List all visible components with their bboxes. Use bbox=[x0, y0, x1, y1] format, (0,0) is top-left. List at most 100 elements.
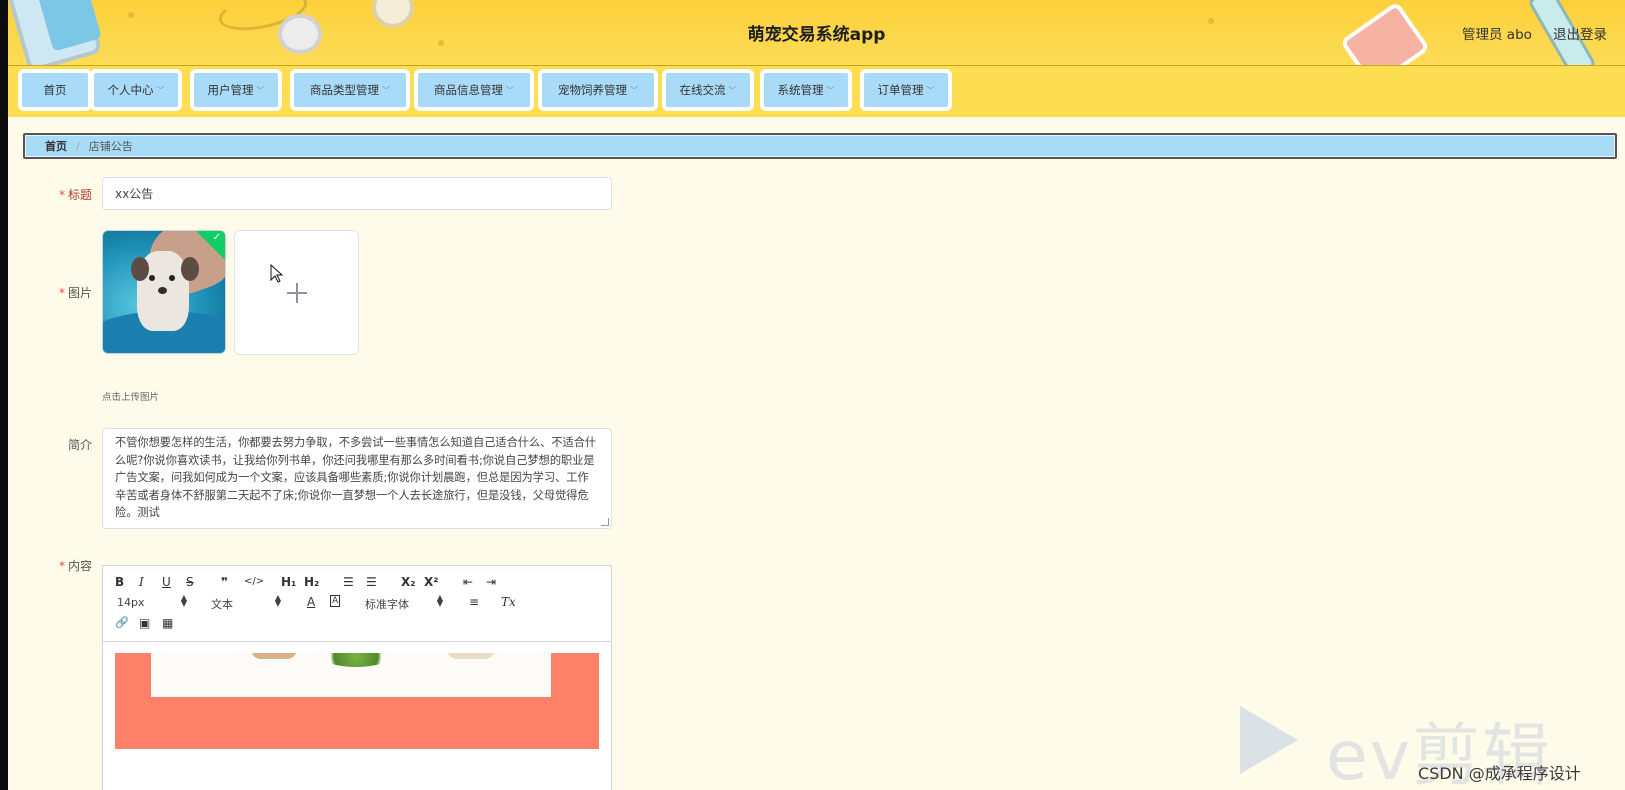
editor-content-area[interactable] bbox=[115, 653, 599, 790]
content-label-text: 内容 bbox=[67, 559, 92, 573]
image-button[interactable]: ▣ bbox=[139, 616, 150, 630]
thumbnail-puppy-ear bbox=[181, 257, 199, 281]
content-field-label: * 内容 bbox=[32, 557, 92, 574]
header1-button[interactable]: H₁ bbox=[281, 575, 296, 589]
underline-button[interactable]: U bbox=[162, 575, 171, 589]
nav-item-label: 用户管理 bbox=[207, 83, 254, 97]
link-button[interactable]: 🔗 bbox=[115, 616, 129, 629]
breadcrumb-home[interactable]: 首页 bbox=[45, 138, 67, 154]
clear-format-button[interactable]: Tx bbox=[501, 595, 516, 609]
nav-item-home[interactable]: 首页 bbox=[18, 69, 92, 111]
font-size-value: 14px bbox=[117, 596, 145, 609]
select-arrows-icon: ▲ ▼ bbox=[274, 593, 281, 608]
chevron-down-icon: ﹀ bbox=[728, 85, 737, 95]
chevron-down-icon: ﹀ bbox=[156, 85, 165, 95]
nav-item-pet-care-management[interactable]: 宠物饲养管理 ﹀ bbox=[538, 69, 658, 111]
subscript-button[interactable]: X₂ bbox=[401, 575, 416, 589]
content-food bbox=[321, 653, 391, 667]
video-button[interactable]: ▦ bbox=[162, 616, 173, 630]
outdent-button[interactable]: ⇤ bbox=[463, 575, 473, 589]
text-color-button[interactable]: A bbox=[307, 595, 315, 609]
nav-item-label: 个人中心 bbox=[107, 83, 154, 97]
content-banner-inner bbox=[151, 653, 551, 697]
check-icon: ✓ bbox=[212, 232, 221, 243]
required-mark: * bbox=[58, 188, 65, 202]
chevron-down-icon: ﹀ bbox=[382, 85, 390, 95]
nav-item-system-management[interactable]: 系统管理 ﹀ bbox=[760, 69, 852, 111]
ordered-list-button[interactable]: ☰ bbox=[343, 575, 354, 589]
strike-button[interactable]: S bbox=[186, 575, 194, 589]
intro-field-label: 简介 bbox=[32, 436, 92, 453]
chevron-down-icon: ﹀ bbox=[826, 85, 835, 95]
ev-watermark-logo-icon bbox=[1240, 706, 1298, 774]
csdn-watermark: CSDN @成承程序设计 bbox=[1418, 764, 1581, 783]
nav-item-online-chat[interactable]: 在线交流 ﹀ bbox=[662, 69, 754, 111]
code-block-button[interactable]: </> bbox=[244, 576, 264, 587]
chevron-down-icon: ﹀ bbox=[630, 85, 638, 95]
nav-item-label: 在线交流 bbox=[679, 83, 726, 97]
logout-button[interactable]: 退出登录 bbox=[1553, 23, 1607, 43]
content-bowl bbox=[447, 653, 495, 659]
nav-item-order-management[interactable]: 订单管理 ﹀ bbox=[860, 69, 952, 111]
image-field-label: * 图片 bbox=[32, 284, 92, 301]
chevron-down-icon: ﹀ bbox=[506, 85, 514, 95]
italic-button[interactable]: I bbox=[139, 575, 144, 589]
thumbnail-puppy-eye bbox=[169, 275, 175, 281]
nav-item-label: 订单管理 bbox=[877, 83, 924, 97]
thumbnail-puppy-eye bbox=[149, 275, 155, 281]
upload-tip: 点击上传图片 bbox=[102, 392, 160, 403]
breadcrumb: 首页 / 店铺公告 bbox=[23, 133, 1617, 159]
resize-handle[interactable] bbox=[601, 518, 609, 526]
intro-textarea[interactable]: 不管你想要怎样的生活，你都要去努力争取，不多尝试一些事情怎么知道自己适合什么、不… bbox=[102, 428, 612, 529]
required-mark: * bbox=[58, 559, 65, 573]
title-field-label: * 标题 bbox=[32, 186, 92, 203]
mouse-cursor-icon bbox=[270, 264, 284, 283]
nav-item-personal-center[interactable]: 个人中心 ﹀ bbox=[90, 69, 182, 111]
top-header: 萌宠交易系统app 管理员 abo 退出登录 bbox=[8, 0, 1625, 66]
superscript-button[interactable]: X² bbox=[424, 575, 439, 589]
nav-item-label: 系统管理 bbox=[777, 83, 824, 97]
nav-item-product-info-management[interactable]: 商品信息管理 ﹀ bbox=[414, 69, 534, 111]
nav-item-label: 商品类型管理 bbox=[310, 83, 379, 97]
bold-button[interactable]: B bbox=[115, 575, 124, 589]
plus-icon bbox=[296, 283, 298, 303]
bullet-list-button[interactable]: ☰ bbox=[366, 575, 377, 589]
header-select[interactable]: 文本 ▲ ▼ bbox=[211, 593, 281, 612]
select-arrows-icon: ▲ ▼ bbox=[436, 593, 443, 608]
indent-button[interactable]: ⇥ bbox=[486, 575, 496, 589]
current-user-label: 管理员 abo bbox=[1462, 27, 1532, 43]
main-nav: 首页 个人中心 ﹀ 用户管理 ﹀ 商品类型管理 ﹀ 商品信息管理 ﹀ 宠物饲养管理 ﹀ 在… bbox=[8, 66, 1625, 117]
thumbnail-puppy-ear bbox=[131, 257, 149, 281]
thumbnail-puppy-nose bbox=[158, 287, 167, 294]
decorative-dot bbox=[128, 12, 134, 18]
nav-item-user-management[interactable]: 用户管理 ﹀ bbox=[190, 69, 282, 111]
header2-button[interactable]: H₂ bbox=[304, 575, 319, 589]
chevron-down-icon: ﹀ bbox=[256, 85, 265, 95]
background-color-button[interactable]: A bbox=[330, 595, 341, 607]
blockquote-button[interactable]: ❞ bbox=[221, 575, 228, 589]
title-label-text: 标题 bbox=[67, 188, 92, 202]
content-banner-image bbox=[115, 653, 599, 749]
intro-label-text: 简介 bbox=[67, 438, 92, 452]
title-input[interactable]: xx公告 bbox=[102, 177, 612, 210]
select-arrows-icon: ▲ ▼ bbox=[180, 593, 187, 608]
image-label-text: 图片 bbox=[67, 286, 92, 300]
nav-item-label: 商品信息管理 bbox=[434, 83, 503, 97]
font-size-select[interactable]: 14px ▲ ▼ bbox=[117, 593, 187, 610]
app-title: 萌宠交易系统app bbox=[747, 25, 886, 45]
uploaded-image-thumbnail[interactable]: ✓ bbox=[102, 230, 226, 354]
nav-item-product-type-management[interactable]: 商品类型管理 ﹀ bbox=[290, 69, 410, 111]
nav-item-label: 首页 bbox=[43, 83, 67, 97]
breadcrumb-current: 店铺公告 bbox=[88, 140, 133, 153]
chevron-down-icon: ﹀ bbox=[926, 85, 935, 95]
font-family-select[interactable]: 标准字体 ▲ ▼ bbox=[365, 593, 443, 612]
align-button[interactable]: ≡ bbox=[469, 595, 479, 609]
nav-item-label: 宠物饲养管理 bbox=[558, 83, 627, 97]
image-upload-button[interactable] bbox=[234, 230, 359, 355]
font-family-value: 标准字体 bbox=[365, 598, 409, 611]
breadcrumb-separator: / bbox=[76, 139, 80, 153]
title-input-value: xx公告 bbox=[115, 187, 154, 201]
editor-toolbar: B I U S ❞ </> H₁ H₂ ☰ ☰ X₂ X² ⇤ ⇥ 14px ▲… bbox=[103, 566, 611, 642]
rich-text-editor: B I U S ❞ </> H₁ H₂ ☰ ☰ X₂ X² ⇤ ⇥ 14px ▲… bbox=[102, 565, 612, 790]
intro-textarea-value: 不管你想要怎样的生活，你都要去努力争取，不多尝试一些事情怎么知道自己适合什么、不… bbox=[115, 436, 597, 519]
